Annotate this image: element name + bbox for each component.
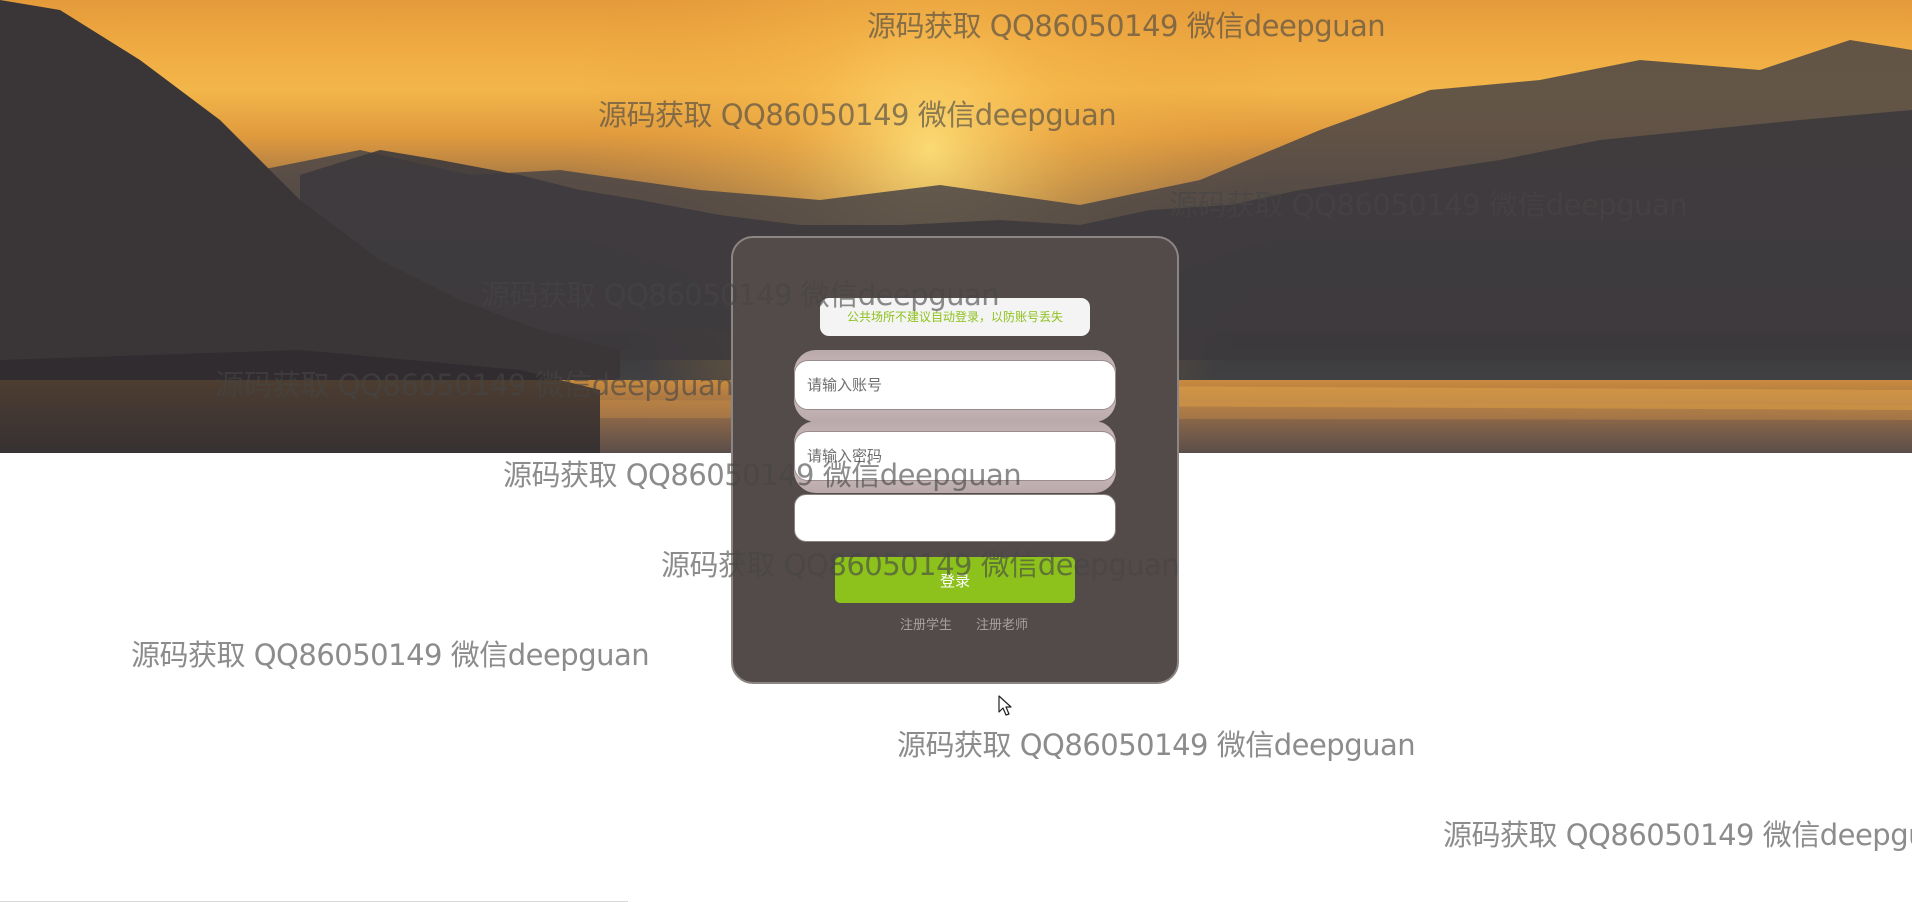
auto-login-notice: 公共场所不建议自动登录，以防账号丢失 [820, 298, 1090, 336]
captcha-input[interactable] [794, 494, 1116, 542]
password-input[interactable] [794, 431, 1116, 481]
register-teacher-link[interactable]: 注册老师 [976, 614, 1028, 633]
watermark-text: 源码获取 QQ86050149 微信deepguan [897, 728, 1416, 762]
username-input[interactable] [794, 360, 1116, 410]
watermark-text: 源码获取 QQ86050149 微信deepguan [1443, 818, 1912, 852]
username-field-wrapper [794, 350, 1116, 422]
register-student-link[interactable]: 注册学生 [900, 614, 952, 633]
watermark-text: 源码获取 QQ86050149 微信deepguan [131, 638, 650, 672]
mouse-pointer-icon [998, 695, 1012, 716]
login-button[interactable]: 登录 [835, 557, 1075, 603]
login-page: 公共场所不建议自动登录，以防账号丢失 登录 注册学生 注册老师 源码获取 QQ8… [0, 0, 1912, 902]
password-field-wrapper [794, 421, 1116, 493]
